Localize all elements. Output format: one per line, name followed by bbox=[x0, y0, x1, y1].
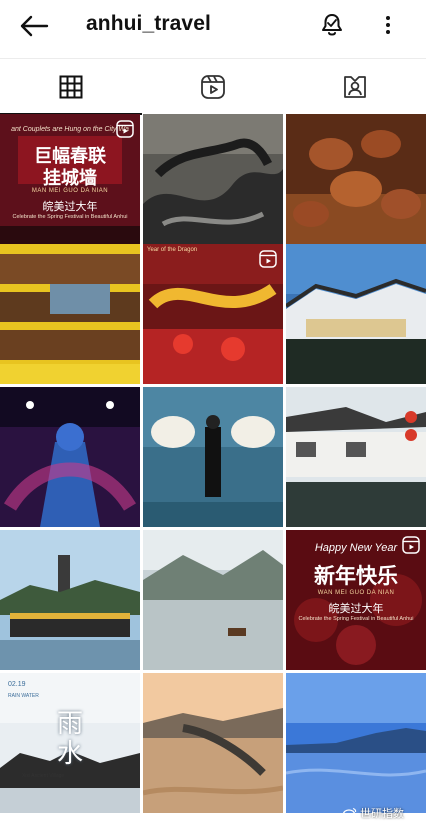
post-thumbnail[interactable] bbox=[286, 244, 426, 384]
tab-posts[interactable] bbox=[0, 59, 142, 115]
tagged-icon bbox=[344, 76, 366, 98]
post-thumbnail[interactable] bbox=[286, 114, 426, 254]
reel-icon bbox=[116, 120, 134, 138]
tab-tagged[interactable] bbox=[284, 59, 426, 115]
post-thumbnail[interactable] bbox=[0, 530, 140, 670]
more-options-button[interactable] bbox=[376, 8, 400, 42]
reel-icon bbox=[402, 536, 420, 554]
post-thumbnail[interactable] bbox=[0, 244, 140, 384]
post-thumbnail[interactable]: Year of the Dragon bbox=[143, 244, 283, 384]
reel-icon bbox=[259, 250, 277, 268]
weibo-icon bbox=[343, 807, 357, 819]
more-vertical-icon bbox=[386, 16, 390, 34]
post-thumbnail[interactable] bbox=[143, 114, 283, 254]
post-thumbnail[interactable]: 02.19 RAIN WATER 雨 水 Xixi Ancient Villag… bbox=[0, 673, 140, 813]
watermark-text: 世研指数 bbox=[360, 808, 404, 820]
post-thumbnail[interactable] bbox=[286, 673, 426, 813]
grid-icon bbox=[59, 75, 83, 99]
post-thumbnail[interactable]: ant Couplets are Hung on the City Wa 巨幅春… bbox=[0, 114, 140, 254]
arrow-left-icon bbox=[20, 15, 49, 37]
bell-icon bbox=[322, 14, 342, 36]
notifications-button[interactable] bbox=[315, 8, 349, 42]
post-thumbnail[interactable] bbox=[143, 387, 283, 527]
post-thumbnail[interactable] bbox=[0, 387, 140, 527]
post-thumbnail[interactable]: Happy New Year 新年快乐 WAN MEI GUO DA NIAN … bbox=[286, 530, 426, 670]
watermark: 世研指数 bbox=[343, 803, 404, 823]
post-thumbnail[interactable] bbox=[143, 530, 283, 670]
profile-username: anhui_travel bbox=[86, 12, 211, 35]
post-thumbnail[interactable] bbox=[286, 387, 426, 527]
back-button[interactable] bbox=[14, 10, 54, 42]
posts-grid: ant Couplets are Hung on the City Wa 巨幅春… bbox=[0, 114, 426, 826]
post-thumbnail[interactable] bbox=[143, 673, 283, 813]
profile-tabs bbox=[0, 58, 426, 115]
profile-header: anhui_travel bbox=[0, 0, 426, 58]
tab-reels[interactable] bbox=[142, 59, 284, 115]
reels-icon bbox=[201, 75, 225, 99]
